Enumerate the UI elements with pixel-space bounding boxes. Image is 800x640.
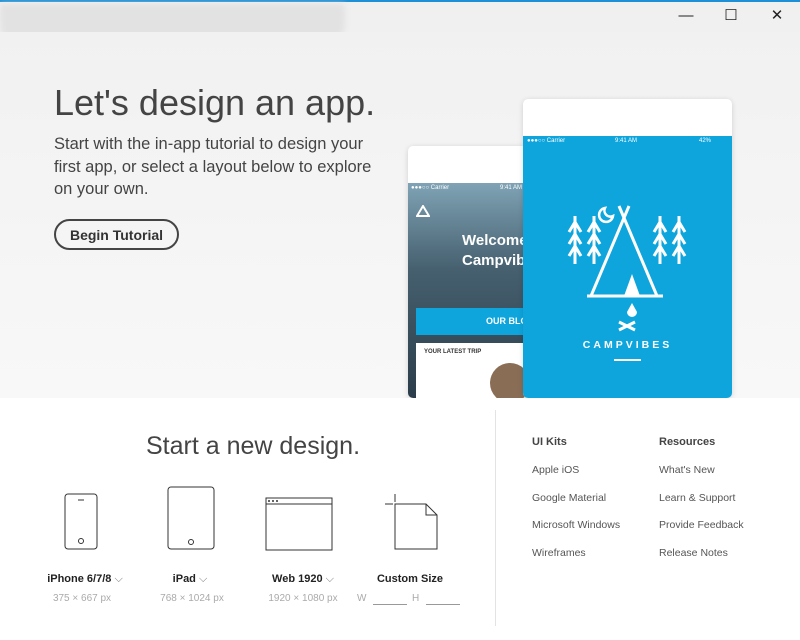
resource-link[interactable]: What's New (659, 464, 715, 476)
campvibes-text: Campvibes (462, 251, 528, 271)
ui-kit-link[interactable]: Wireframes (532, 547, 586, 559)
ipad-preset-dropdown[interactable]: iPad ⌵ (150, 573, 230, 586)
ipad-preset-icon[interactable] (167, 486, 215, 551)
status-battery: 42% (699, 138, 711, 144)
minimize-button[interactable]: — (671, 6, 701, 26)
iphone-preset-dropdown[interactable]: iPhone 6/7/8 ⌵ (40, 573, 130, 586)
hero-subtitle: Start with the in-app tutorial to design… (54, 133, 374, 201)
campvibes-brand: CAMPVIBES (523, 339, 732, 351)
resources-heading: Resources (659, 436, 715, 448)
welcome-text: Welcome to (462, 231, 528, 251)
divider (614, 359, 641, 361)
ui-kit-link[interactable]: Apple iOS (532, 464, 579, 476)
status-time: 9:41 AM (615, 138, 637, 144)
preview-front-phone[interactable]: ●●●○○ Carrier 9:41 AM 42% CAMPVIBES (523, 99, 732, 398)
resource-link[interactable]: Release Notes (659, 547, 728, 559)
maximize-button[interactable]: ☐ (716, 6, 746, 26)
web-preset-dropdown[interactable]: Web 1920 ⌵ (258, 573, 348, 586)
chevron-down-icon: ⌵ (199, 573, 207, 585)
latest-trip-label: YOUR LATEST TRIP (424, 349, 481, 355)
height-input[interactable] (426, 592, 460, 605)
ui-kit-link[interactable]: Google Material (532, 492, 606, 504)
resource-link[interactable]: Provide Feedback (659, 519, 744, 531)
web-preset-icon[interactable] (265, 497, 333, 551)
custom-size-label: Custom Size (368, 573, 452, 585)
tent-logo-icon (416, 205, 430, 217)
width-label: W (357, 593, 366, 604)
iphone-preset-icon[interactable] (64, 493, 100, 551)
status-carrier: ●●●○○ Carrier (527, 138, 565, 144)
ui-kits-heading: UI Kits (532, 436, 567, 448)
begin-tutorial-button[interactable]: Begin Tutorial (54, 219, 179, 250)
close-button[interactable]: ✕ (762, 6, 792, 26)
iphone-size: 375 × 667 px (40, 593, 124, 604)
width-input[interactable] (373, 592, 407, 605)
ui-kit-link[interactable]: Microsoft Windows (532, 519, 620, 531)
our-blog-button: OUR BLOG (416, 308, 528, 335)
ipad-size: 768 × 1024 px (150, 593, 234, 604)
status-time: 9:41 AM (500, 185, 522, 191)
vertical-divider (495, 410, 496, 626)
status-carrier: ●●●○○ Carrier (411, 185, 449, 191)
preview-back-phone[interactable]: ●●●○○ Carrier 9:41 AM Welcome to Campvib… (408, 146, 528, 398)
custom-size-icon[interactable] (384, 494, 439, 551)
chevron-down-icon: ⌵ (114, 573, 122, 585)
chevron-down-icon: ⌵ (326, 573, 334, 585)
new-design-title: Start a new design. (146, 432, 360, 461)
campvibes-logo-icon (567, 202, 689, 332)
web-size: 1920 × 1080 px (258, 593, 348, 604)
resource-link[interactable]: Learn & Support (659, 492, 735, 504)
hero-title: Let's design an app. (54, 82, 375, 124)
height-label: H (412, 593, 419, 604)
